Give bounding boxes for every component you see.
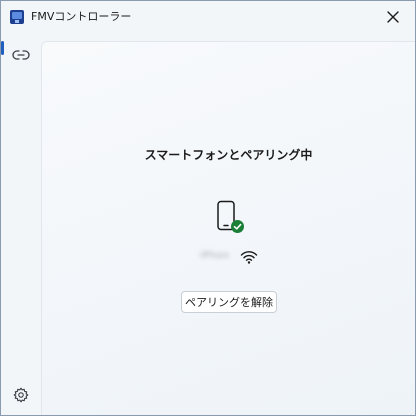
gear-icon <box>13 387 29 403</box>
main-panel: スマートフォンとペアリング中 iPhone ペアリングを解除 <box>41 41 415 415</box>
pairing-status-heading: スマートフォンとペアリング中 <box>144 148 313 162</box>
fmv-controller-icon <box>10 10 24 24</box>
settings-button[interactable] <box>5 381 37 409</box>
sidebar <box>1 33 41 415</box>
selected-indicator <box>1 41 4 55</box>
phone-check-icon <box>217 200 244 233</box>
device-name: iPhone <box>200 251 230 261</box>
title-bar: FMVコントローラー <box>1 1 415 33</box>
close-icon <box>387 11 399 23</box>
app-window: FMVコントローラー スマートフォンとペアリング中 iPhon ペアリングを解除 <box>0 0 416 416</box>
link-icon <box>12 50 30 60</box>
close-button[interactable] <box>375 1 411 33</box>
sidebar-item-pairing[interactable] <box>5 41 37 69</box>
unpair-button[interactable]: ペアリングを解除 <box>181 291 277 313</box>
wifi-icon <box>240 251 258 264</box>
device-row: iPhone <box>42 248 415 266</box>
window-title: FMVコントローラー <box>31 10 132 23</box>
